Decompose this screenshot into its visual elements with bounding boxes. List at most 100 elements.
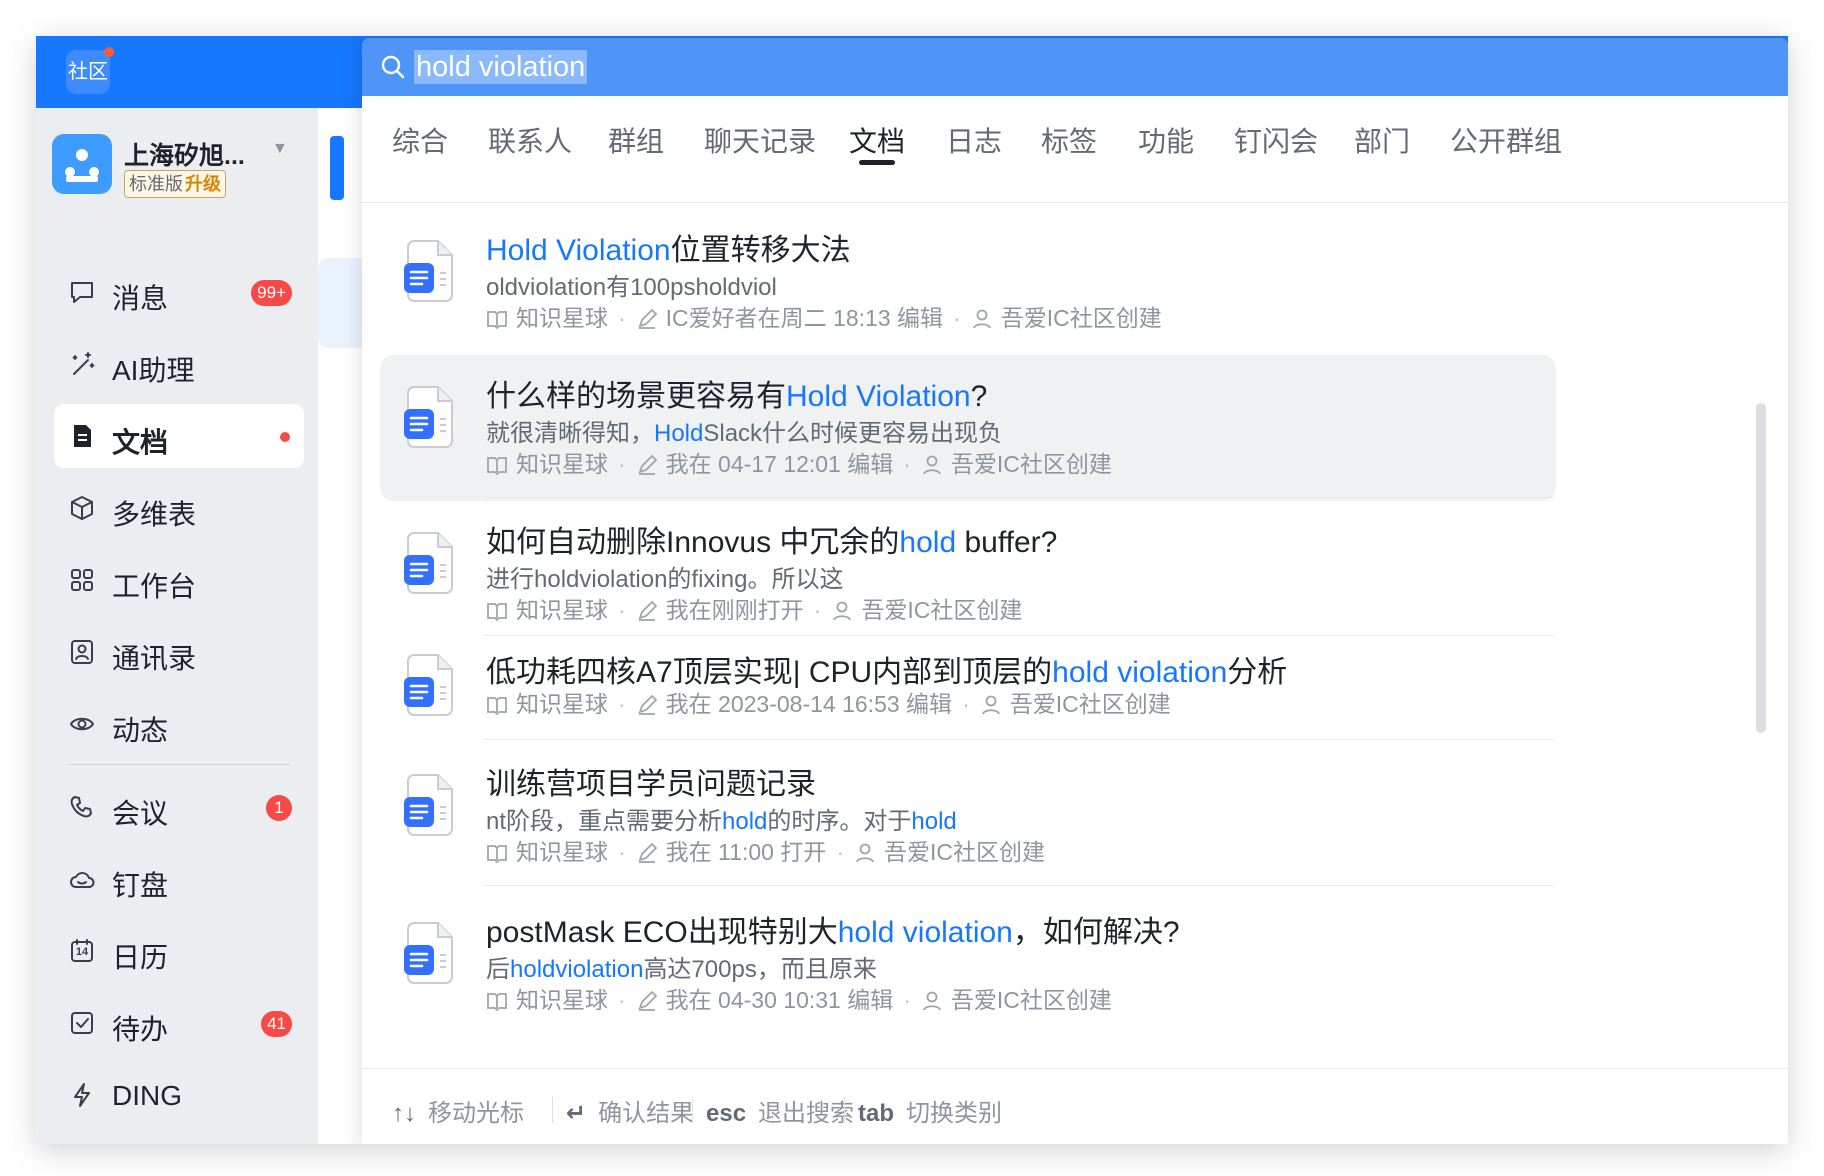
creator-info: 吾爱IC社区创建: [854, 839, 1045, 865]
sidebar-item-label: 会议: [112, 798, 169, 829]
nav-divider: [68, 764, 290, 765]
org-switcher[interactable]: 上海矽旭... ▼ 标准版 升级: [52, 130, 304, 200]
sidebar-item[interactable]: DING: [54, 1063, 304, 1127]
pencil-icon: [638, 694, 657, 715]
source-text: 知识星球: [516, 597, 608, 623]
sidebar-item[interactable]: 文档: [54, 404, 304, 468]
sidebar-item[interactable]: 消息 99+: [54, 260, 304, 324]
source-text: 知识星球: [516, 305, 608, 331]
calendar-icon: 14: [68, 937, 96, 965]
phone-icon: [68, 793, 96, 821]
hint-label: 确认结果: [598, 1100, 695, 1127]
meta-separator: ·: [962, 691, 970, 717]
sidebar-item-label: 钉盘: [112, 870, 169, 901]
result-title: 训练营项目学员问题记录: [486, 759, 816, 803]
result-snippet: oldviolation有100psholdviol: [486, 267, 777, 302]
creator-info: 吾爱IC社区创建: [921, 451, 1112, 477]
source-label: 知识星球: [486, 839, 608, 865]
sidebar-item-label: 多维表: [112, 499, 197, 530]
source-label: 知识星球: [486, 987, 608, 1013]
source-label: 知识星球: [486, 451, 608, 477]
sidebar-item[interactable]: 动态: [54, 692, 304, 756]
book-icon: [487, 603, 507, 622]
tab-10[interactable]: 公开群组: [1450, 120, 1562, 160]
tab-8[interactable]: 钉闪会: [1234, 120, 1318, 160]
sidebar-item[interactable]: AI助理: [54, 332, 304, 396]
sidebar-item-label: 动态: [112, 715, 169, 746]
edit-info: IC爱好者在周二 18:13 编辑: [636, 305, 943, 331]
book-icon: [487, 697, 507, 716]
tab-0[interactable]: 综合: [392, 120, 448, 160]
creator-text: 吾爱IC社区创建: [1009, 691, 1171, 717]
search-result-item[interactable]: 低功耗四核A7顶层实现| CPU内部到顶层的hold violation分析 知识…: [380, 631, 1556, 743]
sidebar-item[interactable]: 会议 1: [54, 775, 304, 839]
result-snippet: 进行holdviolation的fixing。所以这: [486, 559, 843, 594]
result-title: postMask ECO出现特别大hold violation，如何解决?: [486, 907, 1180, 951]
message-icon: [68, 278, 96, 306]
text-run: 位置转移大法: [670, 234, 851, 267]
search-result-item[interactable]: 如何自动删除Innovus 中冗余的hold buffer? 进行holdviol…: [380, 501, 1556, 639]
sidebar-item[interactable]: 待办 41: [54, 991, 304, 1055]
creator-info: 吾爱IC社区创建: [980, 691, 1171, 717]
chevron-down-icon[interactable]: ▼: [272, 140, 288, 158]
todo-check-icon: [68, 1009, 96, 1037]
sidebar-item-label: AI助理: [112, 355, 195, 386]
plan-badge[interactable]: 标准版 升级: [124, 170, 226, 198]
text-run: postMask ECO出现特别大: [486, 916, 838, 949]
unread-badge: 41: [261, 1011, 292, 1037]
tab-1[interactable]: 联系人: [488, 120, 572, 160]
document-file-icon: [404, 531, 456, 595]
meta-separator: ·: [618, 839, 626, 865]
tab-6[interactable]: 标签: [1041, 120, 1097, 160]
keyboard-hint: tab 切换类别: [858, 1093, 1002, 1128]
source-text: 知识星球: [516, 691, 608, 717]
contacts-icon: [68, 638, 96, 666]
search-input[interactable]: hold violation: [414, 50, 588, 84]
edit-info: 我在 11:00 打开: [636, 839, 826, 865]
search-bar: hold violation: [362, 38, 1788, 96]
meta-separator: ·: [953, 305, 961, 331]
meta-separator: ·: [836, 839, 844, 865]
tab-9[interactable]: 部门: [1354, 120, 1410, 160]
result-divider: [484, 885, 1554, 886]
tab-5[interactable]: 日志: [946, 120, 1002, 160]
hint-separator: [692, 1097, 693, 1123]
search-result-item[interactable]: 训练营项目学员问题记录 nt阶段，重点需要分析hold的时序。对于hold 知识星球…: [380, 743, 1556, 889]
sidebar-item[interactable]: 钉盘: [54, 847, 304, 911]
creator-info: 吾爱IC社区创建: [971, 305, 1162, 331]
source-label: 知识星球: [486, 597, 608, 623]
text-run: ，如何解决?: [1012, 916, 1180, 949]
edit-text: IC爱好者在周二 18:13 编辑: [665, 305, 944, 331]
sidebar-item[interactable]: 多维表: [54, 476, 304, 540]
result-meta: 知识星球 · IC爱好者在周二 18:13 编辑 · 吾爱IC社区创建: [486, 299, 1162, 333]
source-text: 知识星球: [516, 451, 608, 477]
search-result-item[interactable]: 什么样的场景更容易有Hold Violation? 就很清晰得知，HoldSlac…: [380, 355, 1556, 501]
sidebar-item-label: DING: [112, 1080, 182, 1111]
pencil-icon: [638, 842, 657, 863]
book-icon: [487, 457, 507, 476]
sidebar-item[interactable]: 通讯录: [54, 620, 304, 684]
result-title: 什么样的场景更容易有Hold Violation?: [486, 371, 987, 415]
tab-4[interactable]: 文档: [849, 120, 905, 160]
user-icon: [981, 695, 1000, 715]
sidebar-item[interactable]: 工作台: [54, 548, 304, 612]
creator-text: 吾爱IC社区创建: [861, 597, 1023, 623]
sidebar-item[interactable]: 14 日历: [54, 919, 304, 983]
tab-3[interactable]: 聊天记录: [704, 120, 816, 160]
keyboard-hints: ↑↓ 移动光标 ↵ 确认结果 esc 退出搜索 tab 切换类别: [362, 1068, 1788, 1144]
text-run: Slack什么时候更容易出现负: [703, 420, 1003, 447]
hint-key: ↑↓: [392, 1100, 416, 1127]
category-tabs: 综合 联系人 群组 聊天记录 文档 日志 标签 功能 钉闪会 部门 公开群组: [362, 96, 1788, 203]
tab-7[interactable]: 功能: [1138, 120, 1194, 160]
community-logo[interactable]: 社区: [66, 47, 114, 94]
search-result-item[interactable]: postMask ECO出现特别大hold violation，如何解决? 后ho…: [380, 891, 1556, 1037]
source-text: 知识星球: [516, 987, 608, 1013]
meta-separator: ·: [618, 597, 626, 623]
tab-2[interactable]: 群组: [608, 120, 664, 160]
document-file-icon: [404, 239, 456, 303]
results-scrollbar[interactable]: [1756, 403, 1766, 733]
hint-key: esc: [706, 1100, 747, 1127]
search-result-item[interactable]: Hold Violation位置转移大法 oldviolation有100psho…: [380, 209, 1556, 347]
document-file-icon: [404, 385, 456, 449]
text-run: 分析: [1227, 656, 1288, 689]
